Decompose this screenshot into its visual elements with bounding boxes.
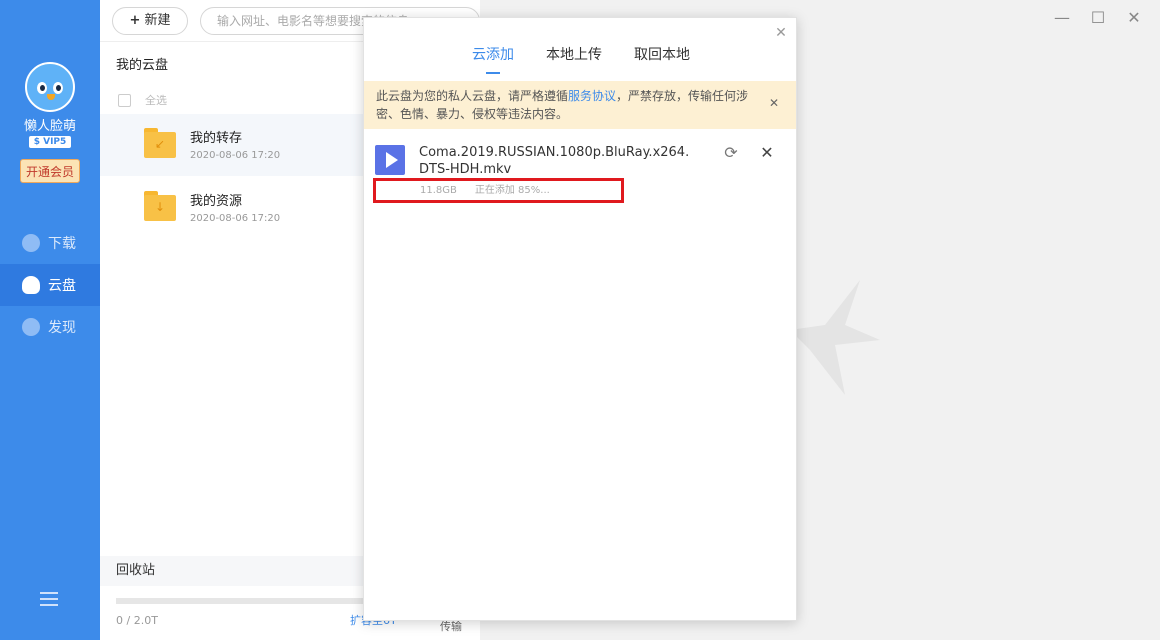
notice-text: 此云盘为您的私人云盘，请严格遵循 [376, 89, 569, 103]
sidebar-item-label: 下载 [48, 236, 76, 252]
file-date: 2020-08-06 17:20 [190, 213, 281, 224]
close-notice-icon[interactable]: ✕ [768, 97, 780, 109]
sidebar-item-label: 云盘 [48, 278, 76, 294]
select-all-checkbox[interactable] [118, 93, 131, 107]
username: 懒人脸萌 [23, 119, 76, 134]
maximize-icon[interactable]: ☐ [1090, 10, 1106, 26]
file-date: 2020-08-06 17:20 [190, 150, 281, 161]
folder-icon: ↓ [144, 191, 176, 221]
close-icon[interactable]: ✕ [774, 26, 788, 40]
task-row: Coma.2019.RUSSIAN.1080p.BluRay.x264.DTS-… [364, 138, 796, 208]
breadcrumb: 我的云盘 [116, 58, 169, 73]
compass-icon [22, 318, 40, 336]
folder-icon: ↙ [144, 128, 176, 158]
task-file-name: Coma.2019.RUSSIAN.1080p.BluRay.x264.DTS-… [419, 145, 690, 177]
hamburger-icon[interactable] [40, 592, 58, 606]
tab-local-upload[interactable]: 本地上传 [546, 44, 602, 74]
select-all[interactable]: 全选 [118, 92, 167, 108]
tab-cloud-add[interactable]: 云添加 [472, 44, 514, 74]
file-name: 我的资源 [190, 194, 243, 209]
task-progress-text: 正在添加 85%... [474, 185, 550, 196]
add-dialog: ✕ 云添加 本地上传 取回本地 此云盘为您的私人云盘，请严格遵循服务协议，严禁存… [363, 17, 797, 621]
plus-icon: + [129, 13, 141, 28]
refresh-icon[interactable]: ⟳ [722, 144, 740, 162]
sidebar-item-discover[interactable]: 发现 [0, 306, 100, 348]
video-file-icon [375, 145, 405, 175]
window-controls: — ☐ ✕ [1054, 10, 1142, 26]
sidebar-item-label: 发现 [48, 320, 76, 336]
download-icon [22, 234, 40, 252]
task-file-size: 11.8GB [420, 185, 457, 196]
select-all-label: 全选 [145, 94, 167, 107]
dialog-tabs: 云添加 本地上传 取回本地 [364, 44, 798, 74]
sidebar-item-cloud[interactable]: 云盘 [0, 264, 100, 306]
tab-retrieve-local[interactable]: 取回本地 [634, 44, 690, 74]
cancel-task-icon[interactable]: ✕ [758, 144, 776, 162]
new-button-label: 新建 [144, 13, 171, 28]
notice-banner: 此云盘为您的私人云盘，请严格遵循服务协议，严禁存放，传输任何涉密、色情、暴力、侵… [364, 81, 796, 129]
task-status: 11.8GB 正在添加 85%... [373, 178, 624, 203]
new-button[interactable]: + 新建 [112, 7, 188, 35]
open-vip-button[interactable]: 开通会员 [20, 159, 80, 183]
file-name: 我的转存 [190, 131, 243, 146]
vip-level-badge: $ VIP5 [29, 136, 71, 148]
close-icon[interactable]: ✕ [1126, 10, 1142, 26]
sidebar-item-download[interactable]: 下载 [0, 222, 100, 264]
cloud-icon [22, 276, 40, 294]
avatar[interactable] [25, 62, 75, 112]
storage-bar [116, 598, 380, 604]
logo-watermark [790, 280, 880, 395]
storage-usage: 0 / 2.0T [116, 614, 158, 627]
sidebar: 懒人脸萌 $ VIP5 开通会员 下载 云盘 发现 [0, 0, 100, 640]
service-agreement-link[interactable]: 服务协议 [568, 89, 616, 103]
minimize-icon[interactable]: — [1054, 10, 1070, 26]
